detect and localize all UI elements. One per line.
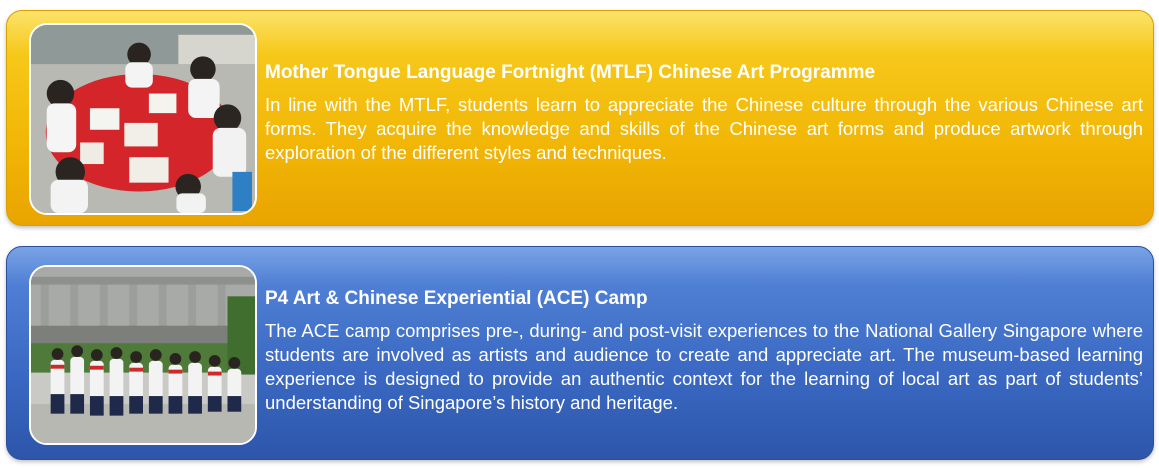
programme-card-mtlf: Mother Tongue Language Fortnight (MTLF) … [6, 10, 1154, 226]
programme-card-ace-camp: P4 Art & Chinese Experiential (ACE) Camp… [6, 246, 1154, 460]
students-painting-photo [29, 23, 257, 215]
students-at-national-gallery-photo [29, 265, 257, 445]
programme-description: The ACE camp comprises pre-, during- and… [265, 320, 1143, 413]
programme-text: P4 Art & Chinese Experiential (ACE) Camp… [265, 287, 1143, 415]
programme-title: Mother Tongue Language Fortnight (MTLF) … [265, 62, 876, 83]
programme-text: Mother Tongue Language Fortnight (MTLF) … [265, 61, 1143, 165]
programme-description: In line with the MTLF, students learn to… [265, 94, 1143, 163]
programme-title: P4 Art & Chinese Experiential (ACE) Camp [265, 288, 648, 309]
